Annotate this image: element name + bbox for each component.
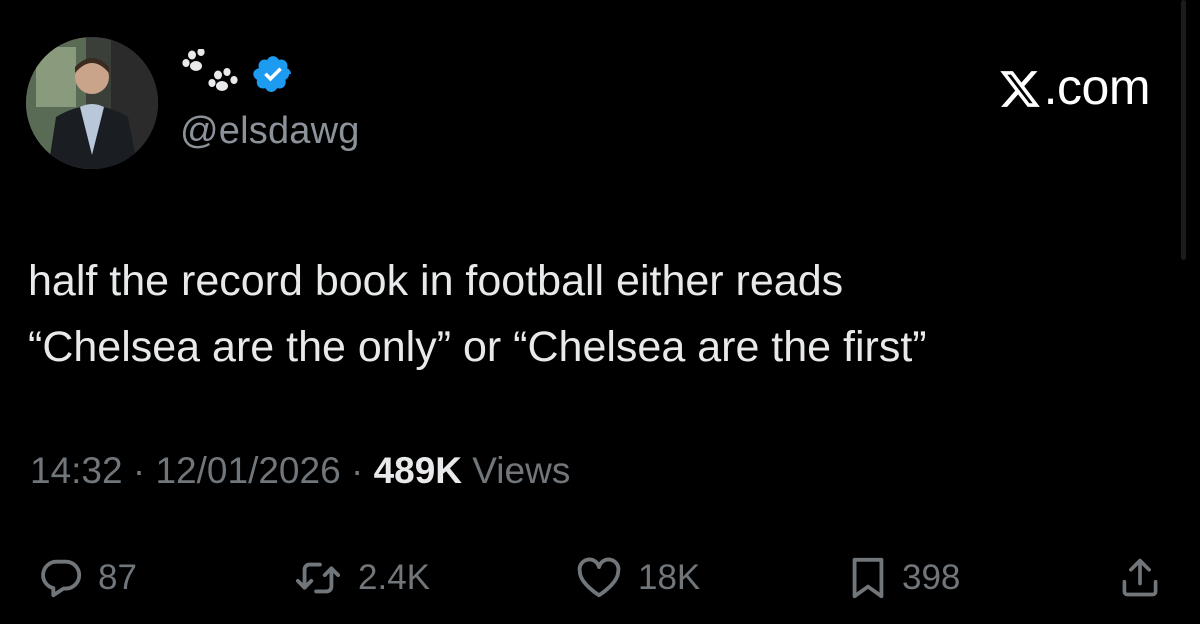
- repost-icon: [295, 562, 341, 594]
- verified-badge-icon: [253, 56, 291, 92]
- repost-button[interactable]: 2.4K: [292, 548, 430, 608]
- bookmark-count: 398: [902, 558, 961, 597]
- reply-count: 87: [98, 558, 137, 597]
- brand-watermark: .com: [998, 58, 1151, 116]
- scrollbar[interactable]: [1181, 0, 1186, 260]
- bookmark-icon: [852, 557, 884, 599]
- meta-separator: ·: [350, 450, 364, 491]
- reply-button[interactable]: 87: [38, 548, 137, 608]
- repost-count: 2.4K: [358, 558, 430, 597]
- tweet-meta: 14:32 · 12/01/2026 · 489K Views: [30, 450, 570, 492]
- avatar[interactable]: [26, 37, 158, 169]
- like-button[interactable]: 18K: [574, 548, 700, 608]
- share-button[interactable]: [1118, 548, 1162, 608]
- reply-icon: [41, 559, 82, 598]
- brand-label: .com: [1043, 59, 1151, 115]
- avatar-photo: [26, 37, 158, 169]
- tweet-line: half the record book in football either …: [28, 257, 844, 305]
- meta-separator: ·: [132, 450, 146, 491]
- share-icon: [1122, 558, 1158, 597]
- views-count: 489K: [373, 450, 463, 491]
- bookmark-button[interactable]: 398: [848, 548, 960, 608]
- tweet-time[interactable]: 14:32: [30, 450, 123, 491]
- like-count: 18K: [638, 558, 701, 597]
- user-handle[interactable]: @elsdawg: [180, 110, 360, 153]
- action-bar: 87 2.4K 18K 398: [0, 548, 1200, 608]
- views-label: Views: [472, 450, 571, 491]
- tweet-date[interactable]: 12/01/2026: [155, 450, 340, 491]
- paw-print-icon: [182, 49, 238, 91]
- x-logo-icon: [999, 71, 1040, 107]
- tweet-text: half the record book in football either …: [28, 248, 1168, 380]
- heart-icon: [577, 557, 621, 598]
- tweet-line: “Chelsea are the only” or “Chelsea are t…: [28, 323, 927, 371]
- display-name[interactable]: [182, 48, 294, 100]
